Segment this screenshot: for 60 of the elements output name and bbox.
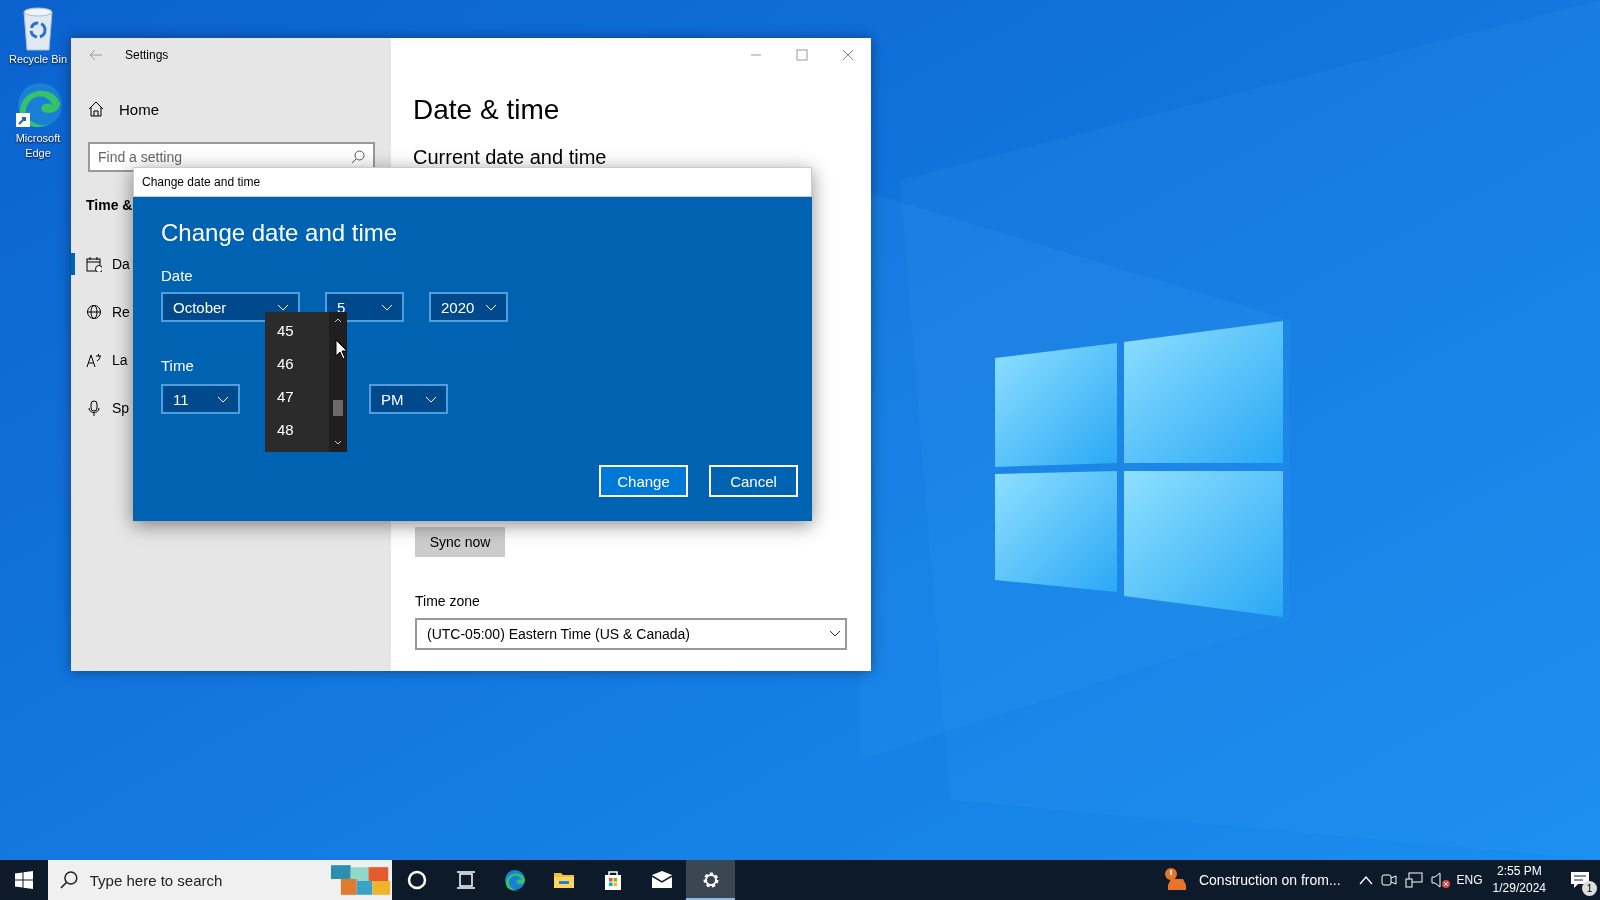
dropdown[interactable]: 11 (161, 384, 240, 414)
edge-icon (503, 869, 526, 891)
sync-now-button[interactable]: Sync now (415, 527, 505, 557)
language-icon (86, 352, 102, 368)
dialog-button[interactable]: Cancel (709, 465, 798, 497)
chevron-down-icon (217, 395, 229, 403)
section-heading: Current date and time (413, 146, 608, 169)
home-link[interactable]: Home (88, 94, 391, 124)
dialog-button[interactable]: Change (599, 465, 688, 497)
news-ticker[interactable]: Construction on from... (1198, 872, 1341, 888)
sidebar-item[interactable]: Sp (71, 384, 130, 432)
field-label: Date (161, 267, 193, 284)
microphone-icon (86, 400, 102, 416)
speaker-muted-icon[interactable] (1430, 871, 1451, 889)
section-heading: Time & (86, 197, 133, 213)
search-field[interactable]: Find a setting (98, 149, 351, 165)
dropdown[interactable]: 2020 (429, 292, 508, 322)
camera-icon[interactable] (1380, 871, 1397, 889)
taskbar-search-box[interactable]: Type here to search (48, 860, 392, 900)
dialog-heading: Change date and time (161, 219, 399, 247)
taskbar-search-field[interactable]: Type here to search (89, 871, 317, 889)
language-indicator[interactable]: ENG (1456, 873, 1483, 887)
dropdown-option[interactable]: 47 (265, 380, 329, 413)
chevron-down-icon (277, 303, 289, 311)
taskbar-app[interactable] (686, 860, 735, 900)
home-icon (88, 101, 104, 117)
page-heading: Date & time (413, 94, 561, 126)
calendar-icon (86, 256, 102, 272)
search-icon (351, 150, 365, 164)
envelope-icon (650, 869, 673, 891)
puzzle-drawing (328, 863, 392, 897)
sidebar-item[interactable]: Da (71, 240, 130, 288)
dropdown[interactable]: PM (369, 384, 448, 414)
dropdown-option[interactable]: 46 (265, 347, 329, 380)
clock[interactable]: 2:55 PM 1/29/2024 (1492, 863, 1546, 897)
network-icon[interactable] (1404, 871, 1423, 889)
notification-count: 1 (1582, 881, 1597, 896)
chevron-down-icon (485, 303, 497, 311)
sidebar-item[interactable]: Re (71, 288, 130, 336)
cortana-icon (405, 869, 428, 891)
cursor-icon (335, 339, 349, 361)
desktop-icon-label[interactable]: Microsoft Edge (5, 131, 71, 161)
chevron-up-icon[interactable] (1358, 875, 1373, 885)
dropdown[interactable]: October (161, 292, 300, 322)
sidebar-item[interactable]: La (71, 336, 128, 384)
globe-icon (86, 304, 102, 320)
dialog-title: Change date and time (142, 175, 261, 189)
search-icon (60, 871, 78, 889)
window-title: Settings (125, 48, 169, 62)
field-label: Time zone (415, 593, 481, 609)
desktop-icon-label[interactable]: Recycle Bin (5, 52, 71, 67)
time-zone-dropdown[interactable]: (UTC-05:00) Eastern Time (US & Canada) (415, 618, 847, 650)
scrollbar[interactable] (329, 312, 347, 452)
chevron-down-icon (425, 395, 437, 403)
task-view-icon (454, 869, 477, 891)
windows-start-icon[interactable] (15, 871, 33, 889)
field-label: Time (161, 357, 194, 374)
chevron-down-icon (381, 303, 393, 311)
chevron-down-icon (829, 630, 841, 638)
dropdown-option[interactable]: 48 (265, 413, 329, 446)
